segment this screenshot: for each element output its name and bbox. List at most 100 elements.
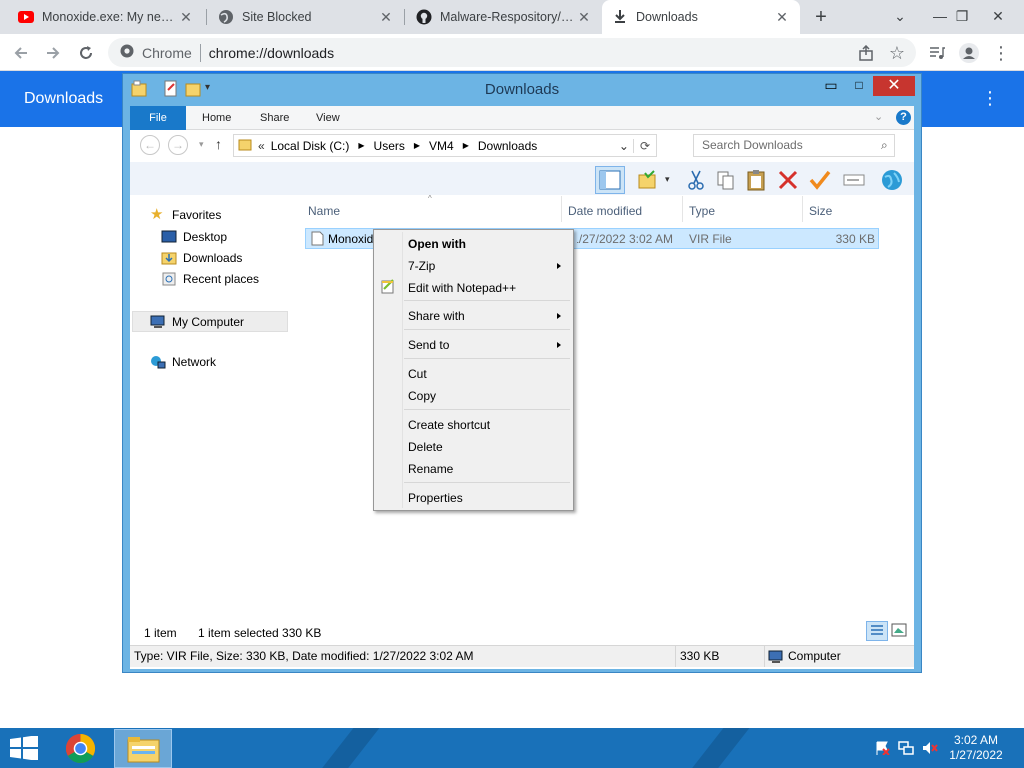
breadcrumb-prefix: « [258, 138, 265, 153]
menu-item-share-with[interactable]: Share with [408, 309, 465, 323]
close-icon[interactable]: ✕ [576, 9, 592, 26]
folder-small-icon [238, 137, 252, 154]
share-icon[interactable] [853, 40, 879, 66]
cut-scissors-icon[interactable] [683, 168, 709, 192]
menu-item-copy[interactable]: Copy [408, 389, 436, 403]
up-arrow-icon[interactable]: ↑ [215, 136, 222, 152]
media-icon[interactable] [924, 40, 950, 66]
column-divider [561, 196, 562, 222]
tab-malware-repository[interactable]: Malware-Respository/Mo ✕ [406, 0, 602, 34]
folder-icon [127, 737, 160, 763]
tab-title: Monoxide.exe: My new sp [42, 10, 178, 24]
menu-item-delete[interactable]: Delete [408, 440, 443, 454]
delete-x-icon[interactable] [775, 168, 801, 192]
column-size[interactable]: Size [809, 204, 832, 218]
tab-file[interactable]: File [130, 106, 186, 130]
copy-icon[interactable] [713, 168, 739, 192]
menu-item-properties[interactable]: Properties [408, 491, 463, 505]
tab-divider [206, 9, 207, 25]
rename-icon[interactable] [841, 168, 867, 192]
details-divider [764, 646, 765, 667]
back-button[interactable]: ← [140, 135, 160, 155]
search-icon: ⌕ [881, 138, 888, 152]
address-dropdown-icon[interactable]: ⌄ [619, 139, 629, 153]
action-center-flag-icon[interactable] [874, 741, 890, 756]
breadcrumb-users[interactable]: Users [374, 139, 405, 153]
recent-places-icon [161, 272, 177, 286]
menu-item-rename[interactable]: Rename [408, 462, 453, 476]
checkmark-icon[interactable] [807, 168, 833, 192]
globe-network-icon[interactable] [879, 168, 905, 192]
network-tray-icon[interactable] [898, 741, 914, 755]
taskbar-explorer-button[interactable] [114, 729, 172, 768]
tab-view[interactable]: View [302, 106, 354, 130]
column-name[interactable]: Name [308, 204, 340, 218]
dropdown-icon[interactable]: ▾ [665, 174, 670, 185]
status-item-count: 1 item [144, 626, 177, 640]
reload-icon[interactable] [73, 40, 99, 66]
forward-arrow-icon[interactable] [40, 40, 66, 66]
tab-monoxide[interactable]: Monoxide.exe: My new sp ✕ [8, 0, 204, 34]
close-icon[interactable]: ✕ [378, 9, 394, 26]
chrome-icon [120, 44, 134, 61]
bookmark-star-icon[interactable]: ☆ [884, 40, 910, 66]
menu-item-send-to[interactable]: Send to [408, 338, 449, 352]
folder-options-icon[interactable] [635, 168, 661, 192]
menu-item-7zip[interactable]: 7-Zip [408, 259, 435, 273]
nav-recent-places[interactable]: Recent places [161, 272, 259, 286]
menu-item-edit-notepad[interactable]: Edit with Notepad++ [408, 281, 516, 295]
breadcrumb-local-disk[interactable]: Local Disk (C:) [271, 139, 350, 153]
breadcrumb-vm4[interactable]: VM4 [429, 139, 454, 153]
breadcrumb-downloads[interactable]: Downloads [478, 139, 537, 153]
maximize-button[interactable]: □ [845, 76, 873, 96]
close-icon[interactable]: ✕ [178, 9, 194, 26]
tab-home[interactable]: Home [188, 106, 245, 130]
volume-muted-icon[interactable] [922, 741, 938, 755]
help-icon[interactable]: ? [896, 110, 911, 125]
submenu-arrow-icon [557, 263, 561, 269]
windows-start-icon[interactable] [10, 735, 38, 763]
restore-icon[interactable]: ❐ [942, 0, 982, 34]
tab-share[interactable]: Share [246, 106, 303, 130]
column-type[interactable]: Type [689, 204, 715, 218]
large-icons-view-icon[interactable] [891, 623, 907, 640]
nav-downloads[interactable]: Downloads [161, 251, 242, 265]
new-tab-button[interactable]: + [808, 5, 834, 29]
nav-network[interactable]: Network [150, 355, 216, 369]
recent-dropdown-icon[interactable]: ▾ [199, 139, 204, 150]
downloads-menu-icon[interactable]: ⋮ [980, 88, 1000, 109]
column-date-modified[interactable]: Date modified [568, 204, 642, 218]
menu-item-cut[interactable]: Cut [408, 367, 427, 381]
status-bar: 1 item 1 item selected 330 KB [130, 621, 914, 645]
chrome-menu-icon[interactable]: ⋮ [988, 40, 1014, 66]
ribbon-expand-icon[interactable]: ⌄ [874, 110, 883, 123]
paste-clipboard-icon[interactable] [743, 168, 769, 192]
close-window-icon[interactable]: ✕ [978, 0, 1018, 34]
omnibox[interactable]: Chrome chrome://downloads [108, 38, 916, 67]
close-icon[interactable]: ✕ [774, 9, 790, 26]
taskbar-chrome-button[interactable] [52, 729, 110, 768]
search-input[interactable]: Search Downloads [693, 134, 895, 157]
minimize-button[interactable]: ▭ [817, 76, 845, 96]
back-arrow-icon[interactable] [8, 40, 34, 66]
details-view-icon[interactable] [866, 621, 888, 641]
forward-button[interactable]: → [168, 135, 188, 155]
desktop-icon [161, 230, 177, 244]
tab-search-icon[interactable]: ⌄ [880, 0, 920, 34]
menu-item-open-with[interactable]: Open with [408, 237, 466, 251]
submenu-arrow-icon [557, 313, 561, 319]
menu-item-create-shortcut[interactable]: Create shortcut [408, 418, 490, 432]
address-bar[interactable]: « Local Disk (C:) ▶ Users ▶ VM4 ▶ Downlo… [233, 134, 657, 157]
chevron-right-icon: ▶ [413, 141, 421, 150]
profile-avatar-icon[interactable] [956, 40, 982, 66]
close-button[interactable]: ✕ [873, 76, 915, 96]
tab-site-blocked[interactable]: Site Blocked ✕ [208, 0, 404, 34]
nav-my-computer[interactable]: My Computer [132, 311, 288, 332]
nav-favorites[interactable]: ★ Favorites [150, 207, 221, 222]
preview-pane-icon[interactable] [595, 166, 625, 194]
nav-desktop[interactable]: Desktop [161, 230, 227, 244]
column-divider [802, 196, 803, 222]
taskbar-clock[interactable]: 3:02 AM 1/27/2022 [940, 733, 1012, 763]
tab-downloads[interactable]: Downloads ✕ [602, 0, 800, 34]
refresh-icon[interactable]: ⟳ [632, 138, 656, 153]
